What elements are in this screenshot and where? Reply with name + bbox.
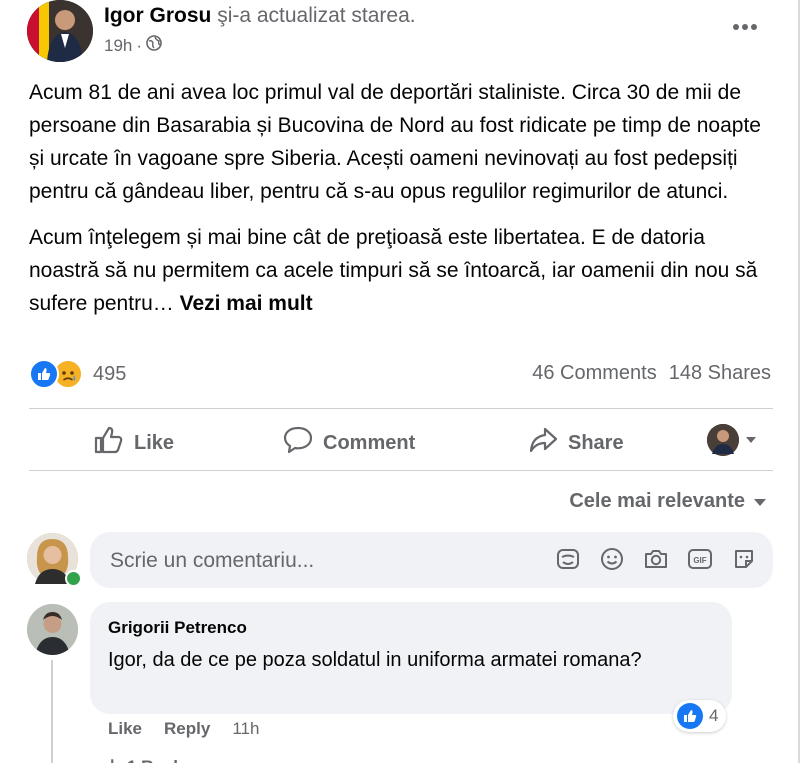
- post-paragraph-2: Acum înţelegem și mai bine cât de preţio…: [29, 221, 779, 320]
- post-time[interactable]: 19h: [104, 36, 132, 56]
- post-paragraph-2-text: Acum înţelegem și mai bine cât de preţio…: [29, 226, 758, 315]
- reactions-summary[interactable]: 495: [29, 359, 126, 389]
- like-label: Like: [134, 431, 175, 454]
- comment-like-button[interactable]: Like: [108, 719, 142, 739]
- comment-actions: Like Reply 11h: [108, 719, 259, 739]
- comments-count-link[interactable]: 46 Comments: [532, 362, 657, 385]
- caret-down-icon: [753, 490, 767, 513]
- composer-tools: GIF: [555, 546, 757, 572]
- comment-composer[interactable]: GIF: [90, 532, 773, 590]
- comment-sort-dropdown[interactable]: Cele mai relevante: [569, 490, 767, 513]
- sort-label: Cele mai relevante: [569, 490, 745, 512]
- svg-text:GIF: GIF: [693, 556, 706, 565]
- divider-bottom: [29, 470, 773, 471]
- post-header-line: Igor Grosu şi-a actualizat starea.: [104, 2, 416, 30]
- share-button[interactable]: Share: [528, 426, 624, 460]
- reaction-count: 495: [93, 362, 127, 385]
- post-action-text: şi-a actualizat starea.: [217, 4, 416, 27]
- reaction-profile-selector[interactable]: [707, 424, 757, 456]
- shares-count-link[interactable]: 148 Shares: [669, 362, 771, 385]
- globe-icon: [146, 35, 162, 56]
- share-label: Share: [568, 431, 624, 454]
- comment-reaction-count: 4: [709, 706, 719, 725]
- author-name[interactable]: Igor Grosu: [104, 4, 211, 27]
- divider-top: [29, 408, 773, 409]
- view-replies-link[interactable]: ↳ 1 Reply: [108, 757, 187, 763]
- post-card: Igor Grosu şi-a actualizat starea. 19h ·…: [0, 0, 800, 763]
- commenter-avatar[interactable]: [27, 604, 78, 655]
- post-body: Acum 81 de ani avea loc primul val de de…: [29, 76, 779, 333]
- share-arrow-icon: [528, 426, 558, 460]
- reply-thread-line: [51, 660, 53, 763]
- comment-reaction-badge[interactable]: 4: [673, 700, 727, 732]
- post-paragraph-1: Acum 81 de ani avea loc primul val de de…: [29, 81, 761, 203]
- comment-input[interactable]: [108, 532, 532, 590]
- meta-separator: ·: [136, 35, 143, 55]
- caret-down-icon: [745, 431, 757, 449]
- comment-text: Igor, da de ce pe poza soldatul in unifo…: [108, 649, 642, 671]
- gif-icon[interactable]: GIF: [687, 546, 713, 572]
- sticker-icon[interactable]: [731, 546, 757, 572]
- like-reaction-icon: [29, 359, 59, 389]
- post-meta: 19h ·: [104, 35, 162, 56]
- commenter-name[interactable]: Grigorii Petrenco: [108, 618, 247, 638]
- like-button[interactable]: Like: [94, 426, 174, 460]
- profile-avatar-small: [707, 424, 739, 456]
- comment-reply-button[interactable]: Reply: [164, 719, 210, 739]
- comment-bubble-icon: [283, 426, 313, 460]
- online-status-dot: [65, 570, 82, 587]
- comment-label: Comment: [323, 431, 416, 454]
- camera-icon[interactable]: [643, 546, 669, 572]
- avatar-sticker-icon[interactable]: [555, 546, 581, 572]
- see-more-link[interactable]: Vezi mai mult: [180, 292, 313, 315]
- author-avatar[interactable]: [27, 0, 93, 62]
- thumbs-up-icon: [94, 426, 124, 460]
- post-stats: 46 Comments 148 Shares: [532, 362, 771, 385]
- emoji-icon[interactable]: [599, 546, 625, 572]
- like-reaction-icon: [677, 703, 703, 729]
- more-options-icon[interactable]: [728, 10, 762, 44]
- comment-button[interactable]: Comment: [283, 426, 415, 460]
- comment-bubble: Grigorii Petrenco Igor, da de ce pe poza…: [90, 602, 732, 714]
- comment-time[interactable]: 11h: [232, 719, 259, 739]
